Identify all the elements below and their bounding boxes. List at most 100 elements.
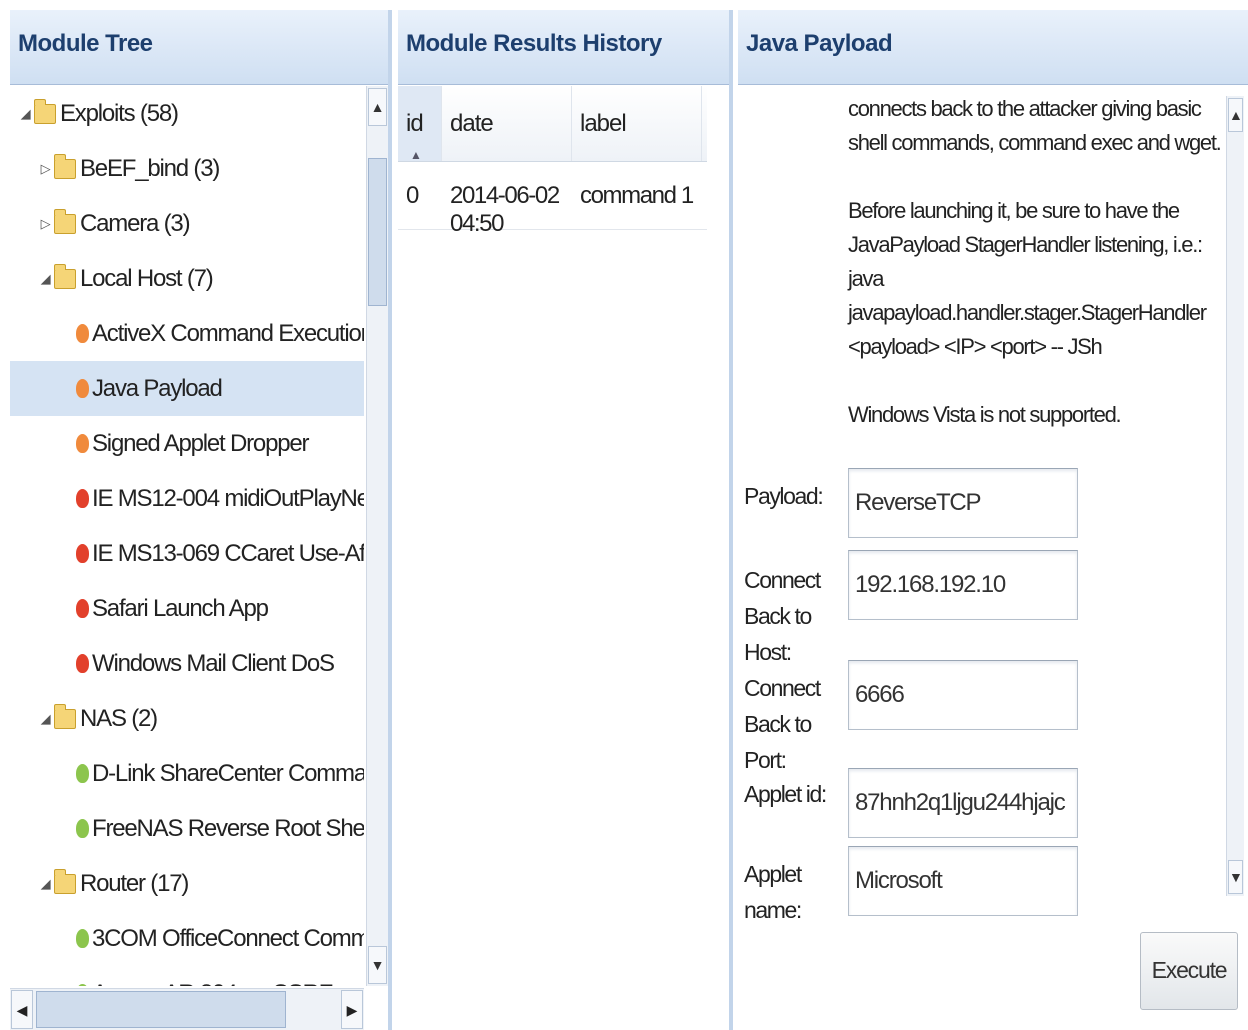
connect-back-host-field[interactable]: 192.168.192.10	[848, 550, 1078, 620]
tree-folder[interactable]: ◢ Router (17)	[10, 856, 364, 911]
module-status-icon	[76, 819, 89, 838]
tree-node-label: D-Link ShareCenter Command Execution	[92, 759, 364, 787]
module-tree-panel: Module Tree ◢ Exploits (58) ▷ BeEF_bind (3)…	[10, 10, 392, 1030]
cell-date: 2014-06-02 04:50	[450, 182, 560, 237]
module-status-icon	[76, 599, 89, 618]
scroll-down-arrow-icon[interactable]: ▼	[1228, 860, 1243, 894]
scroll-thumb[interactable]	[368, 158, 387, 306]
tree-node-label: Asmax AR 804 gu CSRF	[92, 980, 333, 987]
tree-node-label: IE MS12-004 midiOutPlayNextPolyEvent Hea…	[92, 484, 364, 512]
tree-horizontal-scrollbar[interactable]: ◀ ▶	[10, 988, 364, 1030]
tree-module-item[interactable]: Windows Mail Client DoS	[10, 636, 364, 691]
payload-label: Payload:	[744, 483, 824, 509]
tree-module-item[interactable]: IE MS13-069 CCaret Use-After-Free	[10, 526, 364, 581]
tree-module-item[interactable]: Signed Applet Dropper	[10, 416, 364, 471]
tree-node-label: Windows Mail Client DoS	[92, 649, 335, 677]
scroll-up-arrow-icon[interactable]: ▲	[368, 88, 387, 126]
tree-node-label: BeEF_bind (3)	[80, 154, 220, 182]
tree-module-item[interactable]: Java Payload	[10, 361, 364, 416]
applet-id-field[interactable]: 87hnh2q1ljgu244hjajc	[848, 768, 1078, 838]
results-history-title: Module Results History	[398, 10, 729, 85]
module-status-icon	[76, 984, 89, 986]
column-header-date[interactable]: date	[442, 86, 572, 161]
execute-button[interactable]: Execute	[1140, 932, 1238, 1010]
column-header-label[interactable]: label	[572, 86, 702, 161]
scroll-left-arrow-icon[interactable]: ◀	[11, 990, 33, 1029]
module-status-icon	[76, 379, 89, 398]
grid-header: id ▲ date label	[398, 86, 707, 162]
applet-name-label: Applet name:	[744, 861, 802, 923]
tree-module-item[interactable]: FreeNAS Reverse Root Shell CSRF	[10, 801, 364, 856]
tree-node-label: FreeNAS Reverse Root Shell CSRF	[92, 814, 364, 842]
module-tree: ◢ Exploits (58) ▷ BeEF_bind (3) ▷ Camera (3) ◢…	[10, 86, 364, 986]
collapsed-arrow-icon[interactable]: ▷	[38, 216, 52, 232]
module-status-icon	[76, 324, 89, 343]
tree-node-label: Signed Applet Dropper	[92, 429, 310, 457]
tree-node-label: Router (17)	[80, 869, 189, 897]
sort-arrow-icon: ▲	[410, 148, 422, 162]
scroll-right-arrow-icon[interactable]: ▶	[341, 990, 363, 1029]
tree-module-item[interactable]: Asmax AR 804 gu CSRF	[10, 966, 364, 986]
folder-icon	[34, 98, 56, 124]
module-tree-title: Module Tree	[10, 10, 388, 85]
table-row[interactable]: 0 2014-06-02 04:50 command 1	[398, 162, 707, 237]
tree-node-label: Java Payload	[92, 374, 223, 402]
tree-folder[interactable]: ◢ NAS (2)	[10, 691, 364, 746]
tree-module-item[interactable]: Safari Launch App	[10, 581, 364, 636]
folder-icon	[54, 153, 76, 179]
folder-icon	[54, 703, 76, 729]
tree-vertical-scrollbar[interactable]: ▲ ▼	[366, 86, 388, 986]
expanded-arrow-icon[interactable]: ◢	[18, 106, 32, 122]
results-history-panel: Module Results History id ▲ date label 0…	[398, 10, 733, 1030]
tree-node-label: 3COM OfficeConnect Command Execution	[92, 924, 364, 952]
description-paragraph: connects back to the attacker giving bas…	[848, 96, 1222, 155]
tree-node-label: ActiveX Command Execution	[92, 319, 364, 347]
tree-node-label: Local Host (7)	[80, 264, 214, 292]
tree-folder[interactable]: ◢ Local Host (7)	[10, 251, 364, 306]
folder-icon	[54, 208, 76, 234]
module-status-icon	[76, 654, 89, 673]
cell-id: 0	[406, 182, 419, 209]
module-status-icon	[76, 544, 89, 563]
java-payload-title: Java Payload	[738, 10, 1248, 85]
applet-name-field[interactable]: Microsoft	[848, 846, 1078, 916]
expanded-arrow-icon[interactable]: ◢	[38, 271, 52, 287]
scroll-thumb-horizontal[interactable]	[36, 991, 286, 1028]
description-paragraph: Before launching it, be sure to have the…	[848, 198, 1207, 359]
tree-node-label: Camera (3)	[80, 209, 191, 237]
connect-back-host-label: Connect Back to Host:	[744, 567, 821, 665]
tree-node-label: Safari Launch App	[92, 594, 269, 622]
column-id-label: id	[406, 110, 424, 137]
results-grid: id ▲ date label 0 2014-06-02 04:50 comma…	[398, 86, 729, 237]
tree-node-label: Exploits (58)	[60, 99, 179, 127]
tree-module-item[interactable]: IE MS12-004 midiOutPlayNextPolyEvent Hea…	[10, 471, 364, 526]
java-vertical-scrollbar[interactable]: ▲ ▼	[1226, 96, 1244, 896]
payload-field[interactable]: ReverseTCP	[848, 468, 1078, 538]
connect-back-port-label: Connect Back to Port:	[744, 675, 821, 773]
expanded-arrow-icon[interactable]: ◢	[38, 876, 52, 892]
tree-module-item[interactable]: D-Link ShareCenter Command Execution	[10, 746, 364, 801]
tree-module-item[interactable]: 3COM OfficeConnect Command Execution	[10, 911, 364, 966]
java-payload-panel: Java Payload connects back to the attack…	[738, 10, 1248, 1030]
tree-folder[interactable]: ▷ Camera (3)	[10, 196, 364, 251]
connect-back-port-field[interactable]: 6666	[848, 660, 1078, 730]
applet-id-label: Applet id:	[744, 781, 827, 807]
module-status-icon	[76, 434, 89, 453]
folder-icon	[54, 263, 76, 289]
module-status-icon	[76, 929, 89, 948]
cell-label: command 1	[580, 182, 694, 209]
module-status-icon	[76, 764, 89, 783]
tree-folder[interactable]: ◢ Exploits (58)	[10, 86, 364, 141]
description-paragraph: Windows Vista is not supported.	[848, 402, 1122, 427]
column-header-id[interactable]: id ▲	[398, 86, 442, 162]
folder-icon	[54, 868, 76, 894]
expanded-arrow-icon[interactable]: ◢	[38, 711, 52, 727]
module-description: connects back to the attacker giving bas…	[848, 92, 1228, 466]
tree-node-label: IE MS13-069 CCaret Use-After-Free	[92, 539, 364, 567]
scroll-up-arrow-icon[interactable]: ▲	[1228, 98, 1243, 132]
tree-module-item[interactable]: ActiveX Command Execution	[10, 306, 364, 361]
tree-folder[interactable]: ▷ BeEF_bind (3)	[10, 141, 364, 196]
collapsed-arrow-icon[interactable]: ▷	[38, 161, 52, 177]
module-status-icon	[76, 489, 89, 508]
scroll-down-arrow-icon[interactable]: ▼	[368, 946, 387, 984]
